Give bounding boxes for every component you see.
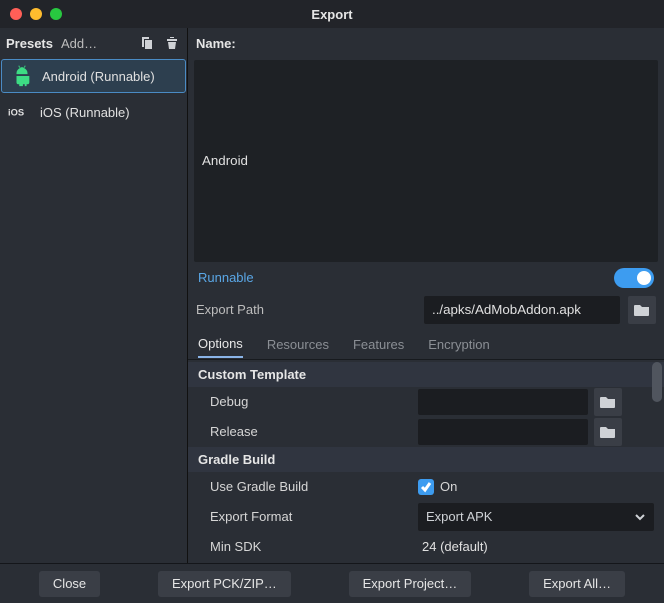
export-format-select[interactable]: Export APK xyxy=(418,503,654,531)
section-custom-template: Custom Template xyxy=(188,362,664,387)
tab-encryption[interactable]: Encryption xyxy=(428,332,489,357)
runnable-toggle[interactable] xyxy=(614,268,654,288)
min-sdk-value[interactable]: 24 (default) xyxy=(418,539,488,554)
window-controls xyxy=(0,8,62,20)
options-panel: Custom Template Debug Release Gradle Bui… xyxy=(188,360,664,564)
options-tabs: Options Resources Features Encryption xyxy=(188,330,664,360)
min-sdk-label: Min SDK xyxy=(210,539,410,554)
export-format-label: Export Format xyxy=(210,509,410,524)
use-gradle-state: On xyxy=(440,479,457,494)
window-title: Export xyxy=(0,7,664,22)
presets-label: Presets xyxy=(6,36,53,51)
runnable-label[interactable]: Runnable xyxy=(198,270,254,285)
preset-item-ios[interactable]: iOS iOS (Runnable) xyxy=(0,94,187,130)
presets-sidebar: Presets Add… Android (Runnable) iOS i xyxy=(0,28,188,563)
debug-label: Debug xyxy=(210,394,410,409)
export-format-value: Export APK xyxy=(426,509,492,524)
tab-options[interactable]: Options xyxy=(198,331,243,358)
use-gradle-label: Use Gradle Build xyxy=(210,479,410,494)
preset-item-android[interactable]: Android (Runnable) xyxy=(1,59,186,93)
close-window-icon[interactable] xyxy=(10,8,22,20)
export-pck-button[interactable]: Export PCK/ZIP… xyxy=(158,571,291,597)
titlebar: Export xyxy=(0,0,664,28)
export-path-label: Export Path xyxy=(196,302,416,317)
delete-preset-icon[interactable] xyxy=(163,34,181,52)
tab-resources[interactable]: Resources xyxy=(267,332,329,357)
name-label: Name: xyxy=(196,36,236,51)
preset-label: iOS (Runnable) xyxy=(40,105,130,120)
browse-folder-button[interactable] xyxy=(628,296,656,324)
footer-buttons: Close Export PCK/ZIP… Export Project… Ex… xyxy=(0,563,664,603)
android-icon xyxy=(10,64,34,88)
release-browse-button[interactable] xyxy=(594,418,622,446)
minimize-window-icon[interactable] xyxy=(30,8,42,20)
section-gradle-build: Gradle Build xyxy=(188,447,664,472)
debug-path-input[interactable] xyxy=(418,389,588,415)
ios-icon: iOS xyxy=(8,100,32,124)
copy-preset-icon[interactable] xyxy=(137,34,155,52)
preset-label: Android (Runnable) xyxy=(42,69,155,84)
export-project-button[interactable]: Export Project… xyxy=(349,571,472,597)
add-preset-button[interactable]: Add… xyxy=(61,36,97,51)
debug-browse-button[interactable] xyxy=(594,388,622,416)
svg-text:iOS: iOS xyxy=(8,107,24,117)
scrollbar-thumb[interactable] xyxy=(652,362,662,402)
use-gradle-checkbox[interactable] xyxy=(418,479,434,495)
chevron-down-icon xyxy=(634,511,646,523)
close-button[interactable]: Close xyxy=(39,571,100,597)
tab-features[interactable]: Features xyxy=(353,332,404,357)
export-path-input[interactable] xyxy=(424,296,620,324)
export-all-button[interactable]: Export All… xyxy=(529,571,625,597)
name-input[interactable] xyxy=(194,60,658,262)
release-label: Release xyxy=(210,424,410,439)
release-path-input[interactable] xyxy=(418,419,588,445)
maximize-window-icon[interactable] xyxy=(50,8,62,20)
